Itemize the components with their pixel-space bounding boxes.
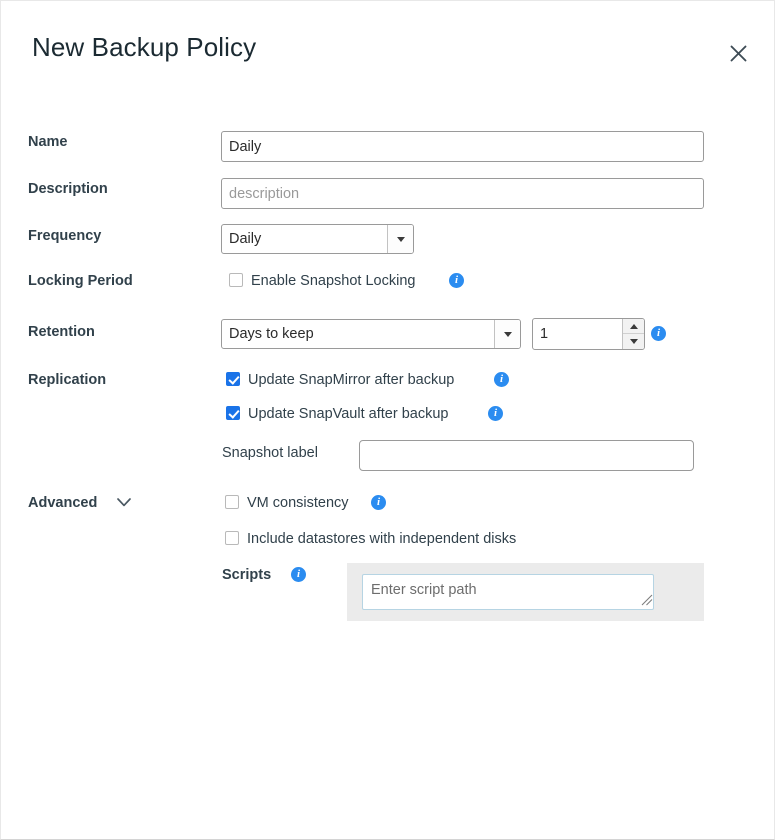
locking-period-label: Locking Period [28,273,133,289]
update-snapmirror-label: Update SnapMirror after backup [248,372,454,388]
name-label: Name [28,134,68,150]
enable-snapshot-locking-checkbox[interactable] [229,273,243,287]
enable-snapshot-locking-label: Enable Snapshot Locking [251,273,415,289]
snapmirror-info-icon[interactable]: i [494,372,509,387]
retention-count-stepper[interactable]: 1 [532,318,645,350]
retention-selected-value: Days to keep [222,320,494,348]
update-snapmirror-checkbox[interactable] [226,372,240,386]
locking-info-icon[interactable]: i [449,273,464,288]
advanced-label: Advanced [28,495,97,511]
replication-label: Replication [28,372,106,388]
vm-consistency-label: VM consistency [247,495,349,511]
new-backup-policy-dialog: New Backup Policy Name Description Frequ… [0,0,775,840]
stepper-up-icon[interactable] [623,319,644,334]
stepper-buttons[interactable] [622,319,644,349]
frequency-selected-value: Daily [222,225,387,253]
name-input[interactable] [221,131,704,162]
frequency-label: Frequency [28,228,101,244]
retention-count-value: 1 [533,319,622,349]
snapshot-label-label: Snapshot label [222,445,318,461]
chevron-down-icon[interactable] [113,494,135,510]
scripts-label: Scripts [222,567,271,583]
include-independent-disks-label: Include datastores with independent disk… [247,531,516,547]
description-input[interactable] [221,178,704,209]
stepper-down-icon[interactable] [623,334,644,349]
retention-label: Retention [28,324,95,340]
vm-consistency-checkbox[interactable] [225,495,239,509]
update-snapvault-checkbox[interactable] [226,406,240,420]
vm-consistency-info-icon[interactable]: i [371,495,386,510]
description-label: Description [28,181,108,197]
chevron-down-icon[interactable] [494,320,520,348]
script-path-input[interactable] [362,574,654,610]
close-icon[interactable] [723,38,753,68]
snapvault-info-icon[interactable]: i [488,406,503,421]
snapshot-label-input[interactable] [359,440,694,471]
frequency-select[interactable]: Daily [221,224,414,254]
retention-info-icon[interactable]: i [651,326,666,341]
retention-type-select[interactable]: Days to keep [221,319,521,349]
page-title: New Backup Policy [32,32,256,63]
dialog-header: New Backup Policy [1,1,775,101]
update-snapvault-label: Update SnapVault after backup [248,406,448,422]
include-independent-disks-checkbox[interactable] [225,531,239,545]
scripts-info-icon[interactable]: i [291,567,306,582]
dialog-footer: CANCEL ADD [1,761,775,840]
chevron-down-icon[interactable] [387,225,413,253]
